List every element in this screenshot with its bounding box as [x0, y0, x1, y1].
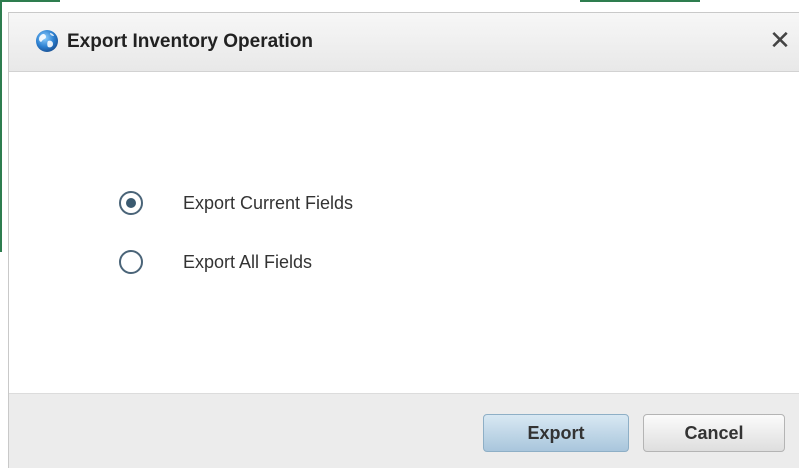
screen: Export Inventory Operation ✕ Export Curr…: [0, 0, 799, 468]
close-icon: ✕: [769, 25, 791, 55]
export-button[interactable]: Export: [483, 414, 629, 452]
dialog-body: Export Current Fields Export All Fields: [9, 72, 799, 393]
cancel-button[interactable]: Cancel: [643, 414, 785, 452]
option-label: Export Current Fields: [183, 192, 354, 213]
option-export-all-fields[interactable]: Export All Fields: [119, 249, 312, 275]
option-label: Export All Fields: [183, 251, 313, 272]
radio-export-current-fields[interactable]: [119, 191, 143, 215]
background-window-edge-top: [0, 0, 60, 2]
dialog-titlebar[interactable]: Export Inventory Operation ✕: [9, 13, 799, 72]
background-window-edge: [0, 0, 2, 252]
dialog-footer: Export Cancel: [9, 393, 799, 468]
dialog-title: Export Inventory Operation: [67, 31, 313, 52]
background-window-edge-top-right: [580, 0, 700, 2]
radio-export-all-fields[interactable]: [119, 250, 143, 274]
globe-icon: [35, 29, 59, 53]
export-inventory-dialog: Export Inventory Operation ✕ Export Curr…: [8, 12, 799, 468]
close-button[interactable]: ✕: [767, 26, 793, 56]
option-export-current-fields[interactable]: Export Current Fields: [119, 190, 353, 216]
